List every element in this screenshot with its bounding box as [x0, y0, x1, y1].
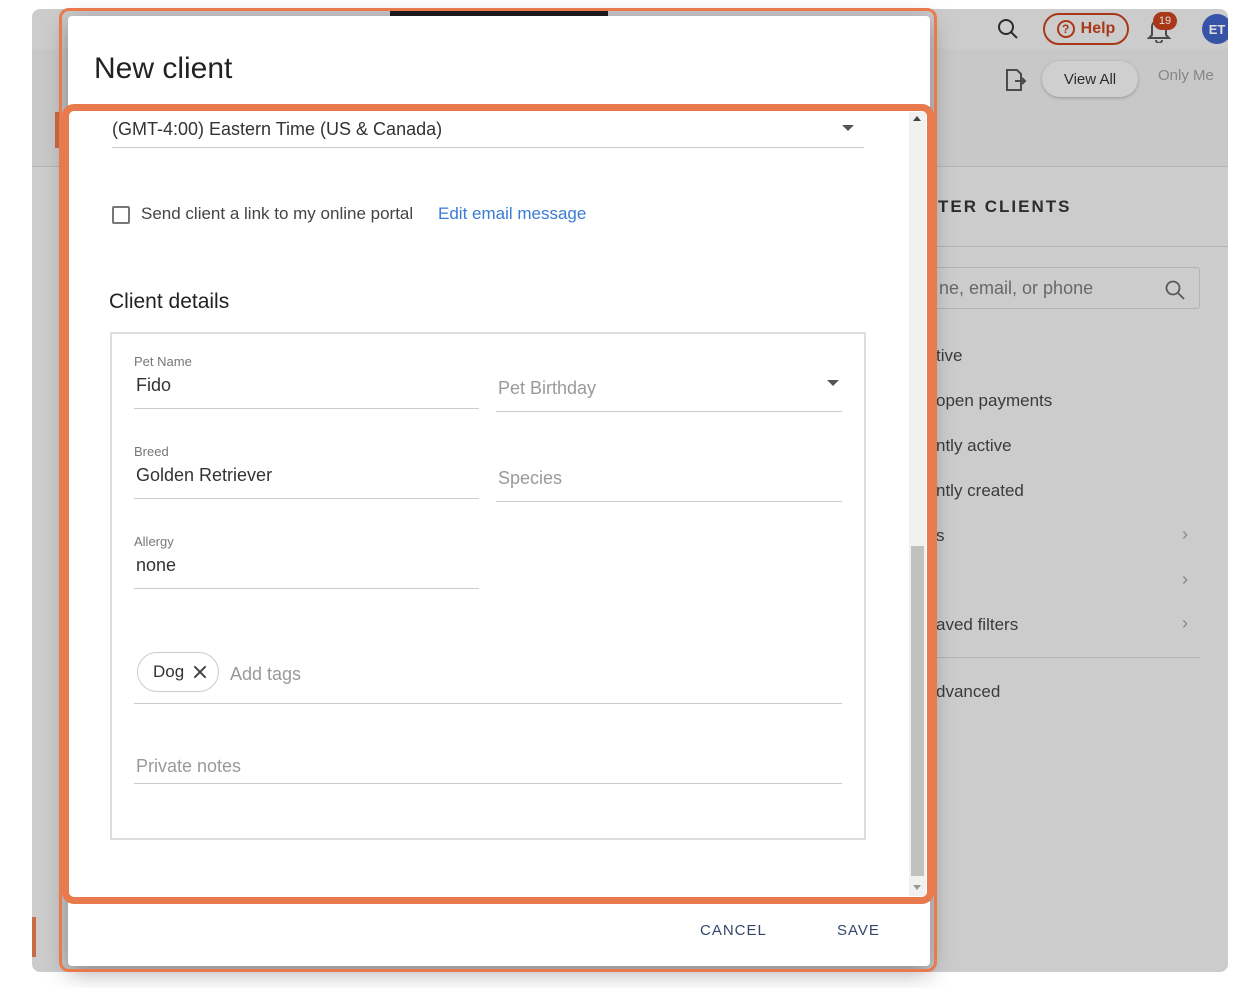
cancel-button[interactable]: CANCEL — [700, 922, 767, 939]
save-button[interactable]: SAVE — [837, 922, 880, 939]
scroll-area-highlight — [62, 104, 934, 904]
